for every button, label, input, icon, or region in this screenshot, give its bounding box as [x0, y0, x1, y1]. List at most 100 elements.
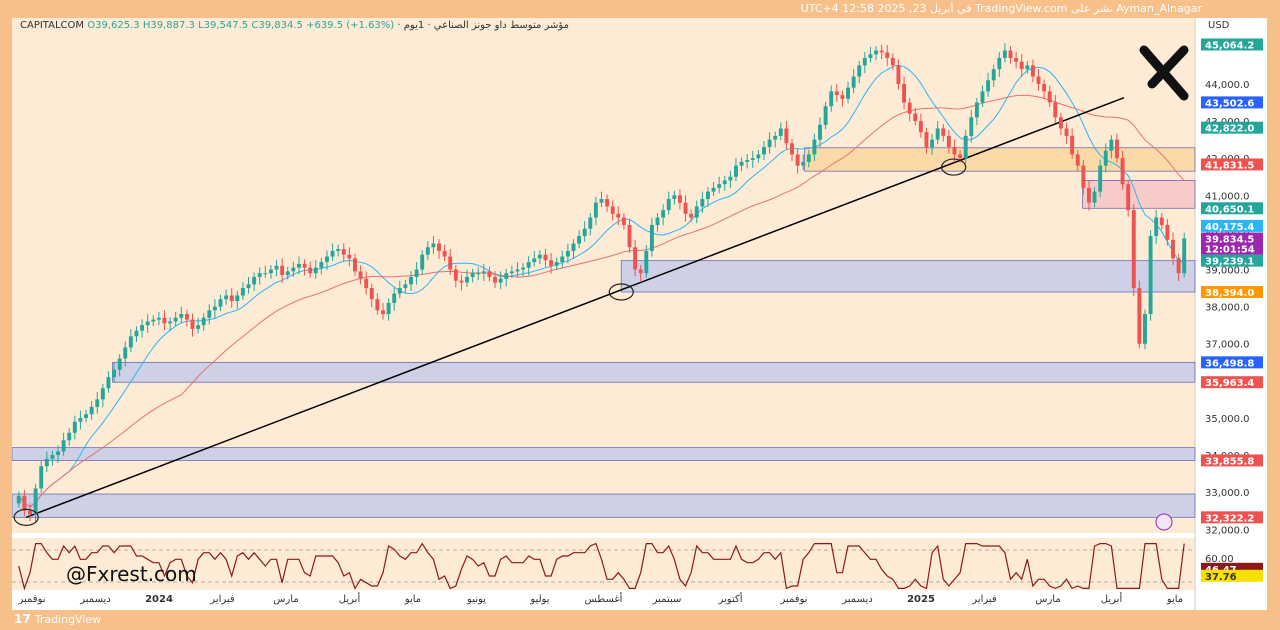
publish-line: Ayman_Alnagar نشر على TradingView.com في… — [800, 2, 1202, 15]
candle-body-186 — [1058, 117, 1063, 129]
price-tag-text-7: 12:01:54 — [1205, 245, 1255, 256]
candle-body-108 — [621, 217, 626, 225]
candle-body-208 — [1182, 238, 1187, 274]
candle-body-81 — [470, 273, 475, 277]
price-tag-text-10: 36,498.8 — [1205, 358, 1254, 369]
candle-body-55 — [324, 256, 329, 263]
price-tag-text-13: 32,322.2 — [1205, 513, 1254, 524]
candle-body-32 — [196, 325, 201, 329]
candle-body-76 — [442, 250, 447, 257]
x-tick-label-16: مارس — [1035, 594, 1060, 605]
candle-body-103 — [593, 202, 598, 218]
candle-body-183 — [1042, 83, 1047, 92]
candle-body-148 — [846, 87, 850, 99]
candle-body-58 — [341, 249, 346, 255]
candle-body-172 — [980, 91, 985, 103]
candle-body-53 — [313, 267, 318, 274]
candle-body-206 — [1171, 239, 1175, 259]
candle-body-147 — [840, 95, 845, 99]
candle-body-47 — [280, 265, 285, 276]
x-tick-label-4: مارس — [273, 594, 298, 605]
candle-body-113 — [649, 224, 654, 251]
candle-body-93 — [537, 254, 542, 259]
candle-body-4 — [39, 466, 44, 489]
candle-body-194 — [1103, 150, 1108, 166]
x-tick-label-12: نوفمبر — [779, 594, 807, 605]
candle-body-1 — [22, 495, 27, 511]
chart-frame: Ayman_Alnagar نشر على TradingView.com في… — [0, 0, 1280, 630]
candle-body-99 — [571, 243, 576, 251]
y-tick-label-7: 37,000.0 — [1205, 340, 1250, 351]
candle-body-152 — [868, 54, 873, 58]
candle-body-71 — [414, 269, 419, 277]
candle-body-20 — [128, 336, 133, 348]
candle-body-128 — [734, 165, 738, 177]
footer-brand: TradingView — [34, 612, 102, 626]
price-tag-text-11: 35,963.4 — [1205, 378, 1254, 389]
candle-body-175 — [997, 57, 1002, 70]
candle-body-135 — [773, 135, 778, 140]
ohlc-high: H39,887.3 — [142, 20, 195, 31]
candle-body-153 — [874, 50, 879, 55]
candle-body-131 — [750, 158, 755, 161]
candle-body-173 — [986, 80, 991, 92]
ohlc-low: L39,547.5 — [198, 20, 249, 31]
x-tick-label-6: مايو — [404, 594, 421, 605]
candle-body-6 — [50, 455, 55, 459]
candle-body-54 — [319, 262, 324, 268]
candle-body-115 — [661, 210, 666, 218]
candle-body-22 — [140, 325, 145, 331]
candle-body-16 — [106, 377, 111, 389]
y-tick-label-11: 32,000.0 — [1205, 525, 1250, 536]
candle-body-199 — [1131, 210, 1136, 289]
candle-body-189 — [1075, 154, 1080, 166]
x-tick-label-2: 2024 — [145, 594, 173, 605]
candle-body-145 — [829, 91, 834, 107]
candle-body-57 — [336, 249, 341, 251]
candle-body-200 — [1137, 288, 1142, 344]
chart-area[interactable]: 60.0046.4737.76 44,000.043,000.042,000.0… — [12, 18, 1267, 610]
candle-body-24 — [151, 319, 156, 322]
ohlc-close: C39,834.5 — [251, 20, 303, 31]
candle-body-29 — [179, 314, 184, 318]
candle-body-178 — [1014, 57, 1019, 62]
candle-body-119 — [683, 202, 688, 214]
x-tick-label-15: فبراير — [971, 594, 997, 605]
candle-body-46 — [274, 265, 279, 270]
candle-body-207 — [1176, 258, 1181, 274]
candle-body-14 — [95, 399, 100, 407]
candle-body-159 — [907, 102, 912, 114]
candle-body-49 — [291, 267, 296, 272]
candle-body-104 — [599, 199, 604, 203]
candle-body-161 — [918, 121, 923, 133]
candle-body-95 — [549, 260, 554, 266]
price-tag-text-3: 41,831.5 — [1205, 160, 1254, 171]
candle-body-7 — [56, 451, 60, 456]
candle-body-138 — [790, 143, 794, 155]
footer[interactable]: 17 TradingView — [14, 611, 101, 627]
candle-body-66 — [386, 302, 391, 315]
candle-body-140 — [801, 161, 806, 166]
candle-body-34 — [207, 310, 212, 318]
x-tick-label-10: سبتمبر — [652, 594, 682, 605]
candle-body-174 — [991, 69, 996, 81]
price-tag-text-8: 39,239.1 — [1205, 257, 1254, 268]
candle-body-33 — [201, 317, 206, 326]
candle-body-27 — [168, 321, 173, 324]
candle-body-203 — [1154, 217, 1159, 237]
candle-body-151 — [862, 57, 867, 66]
candle-body-176 — [1002, 50, 1007, 58]
price-chart-svg[interactable]: 60.0046.4737.76 44,000.043,000.042,000.0… — [12, 18, 1267, 610]
candle-body-65 — [381, 310, 385, 315]
zone-2 — [620, 260, 1196, 293]
candle-body-88 — [509, 271, 514, 274]
candle-body-136 — [778, 128, 783, 136]
candle-body-157 — [896, 65, 901, 84]
candle-body-25 — [156, 317, 161, 320]
candle-body-170 — [969, 117, 974, 136]
candle-body-127 — [728, 176, 733, 181]
candle-body-26 — [162, 317, 167, 324]
zone-3 — [112, 361, 1196, 383]
candle-body-101 — [582, 228, 587, 237]
candle-body-197 — [1120, 158, 1125, 185]
